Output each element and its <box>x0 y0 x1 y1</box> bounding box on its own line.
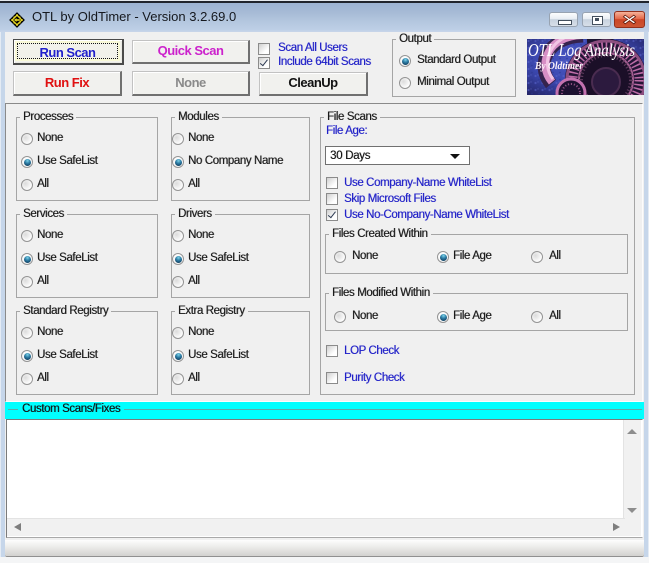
svg-text:OTL Log Analysis: OTL Log Analysis <box>528 40 635 60</box>
svg-text:By Oldtimer: By Oldtimer <box>534 60 583 72</box>
